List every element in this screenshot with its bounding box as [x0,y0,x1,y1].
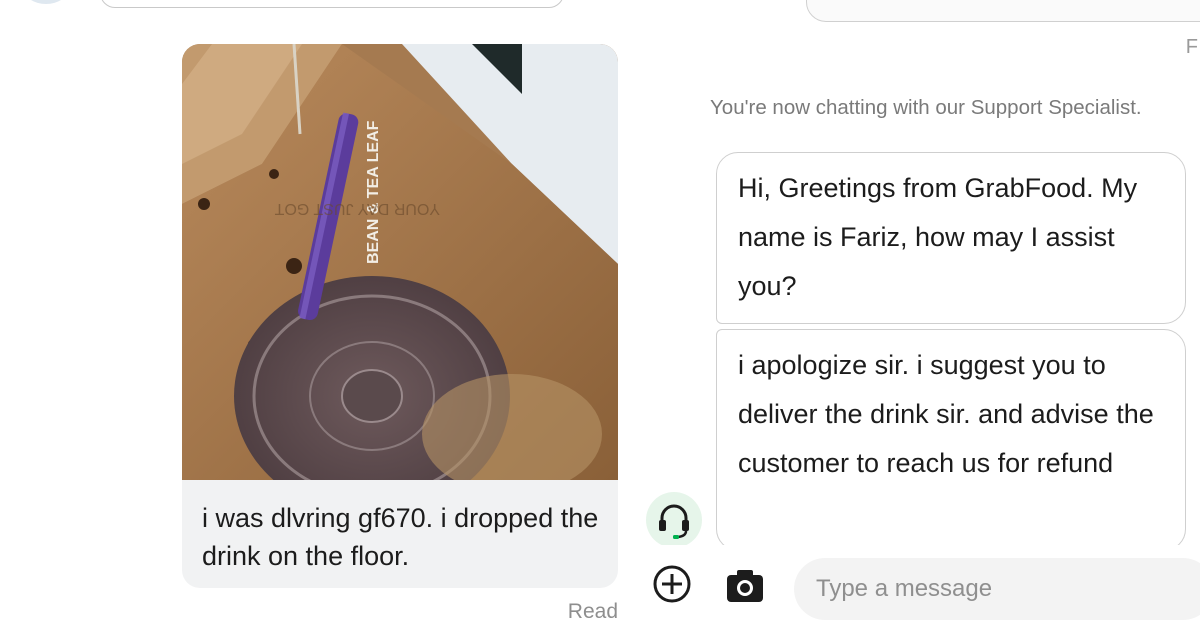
message-text: i was dlvring gf670. i dropped the drink… [202,503,599,571]
message-text: Hi, Greetings from GrabFood. My name is … [738,173,1138,301]
headset-icon [659,504,689,539]
support-chat-panel: F You're now chatting with our Support S… [626,0,1200,628]
agent-message-bubble: i apologize sir. i suggest you to delive… [716,329,1186,551]
plus-circle-icon[interactable] [652,564,692,604]
message-input[interactable] [794,558,1200,620]
avatar [24,0,68,4]
dropped-drink-photo[interactable]: BEAN & TEA LEAF YOUR DAY JUST GOT [182,44,618,480]
agent-message-bubble: Hi, Greetings from GrabFood. My name is … [716,152,1186,324]
customer-chat-panel: BEAN & TEA LEAF YOUR DAY JUST GOT i was … [0,0,622,628]
previous-message-bubble [100,0,564,8]
camera-icon[interactable] [726,569,764,603]
message-composer [626,545,1200,628]
message-text: i apologize sir. i suggest you to delive… [738,350,1154,478]
truncated-label: F [1185,36,1198,58]
straw-wrapper-text: BEAN & TEA LEAF [365,120,382,264]
bag-print-text: YOUR DAY JUST GOT [274,200,440,217]
agent-avatar [646,492,702,548]
previous-message-bubble [806,0,1200,22]
system-notice: You're now chatting with our Support Spe… [710,96,1142,119]
photo-message-bubble[interactable]: BEAN & TEA LEAF YOUR DAY JUST GOT i was … [182,44,618,588]
read-receipt: Read [567,600,618,623]
